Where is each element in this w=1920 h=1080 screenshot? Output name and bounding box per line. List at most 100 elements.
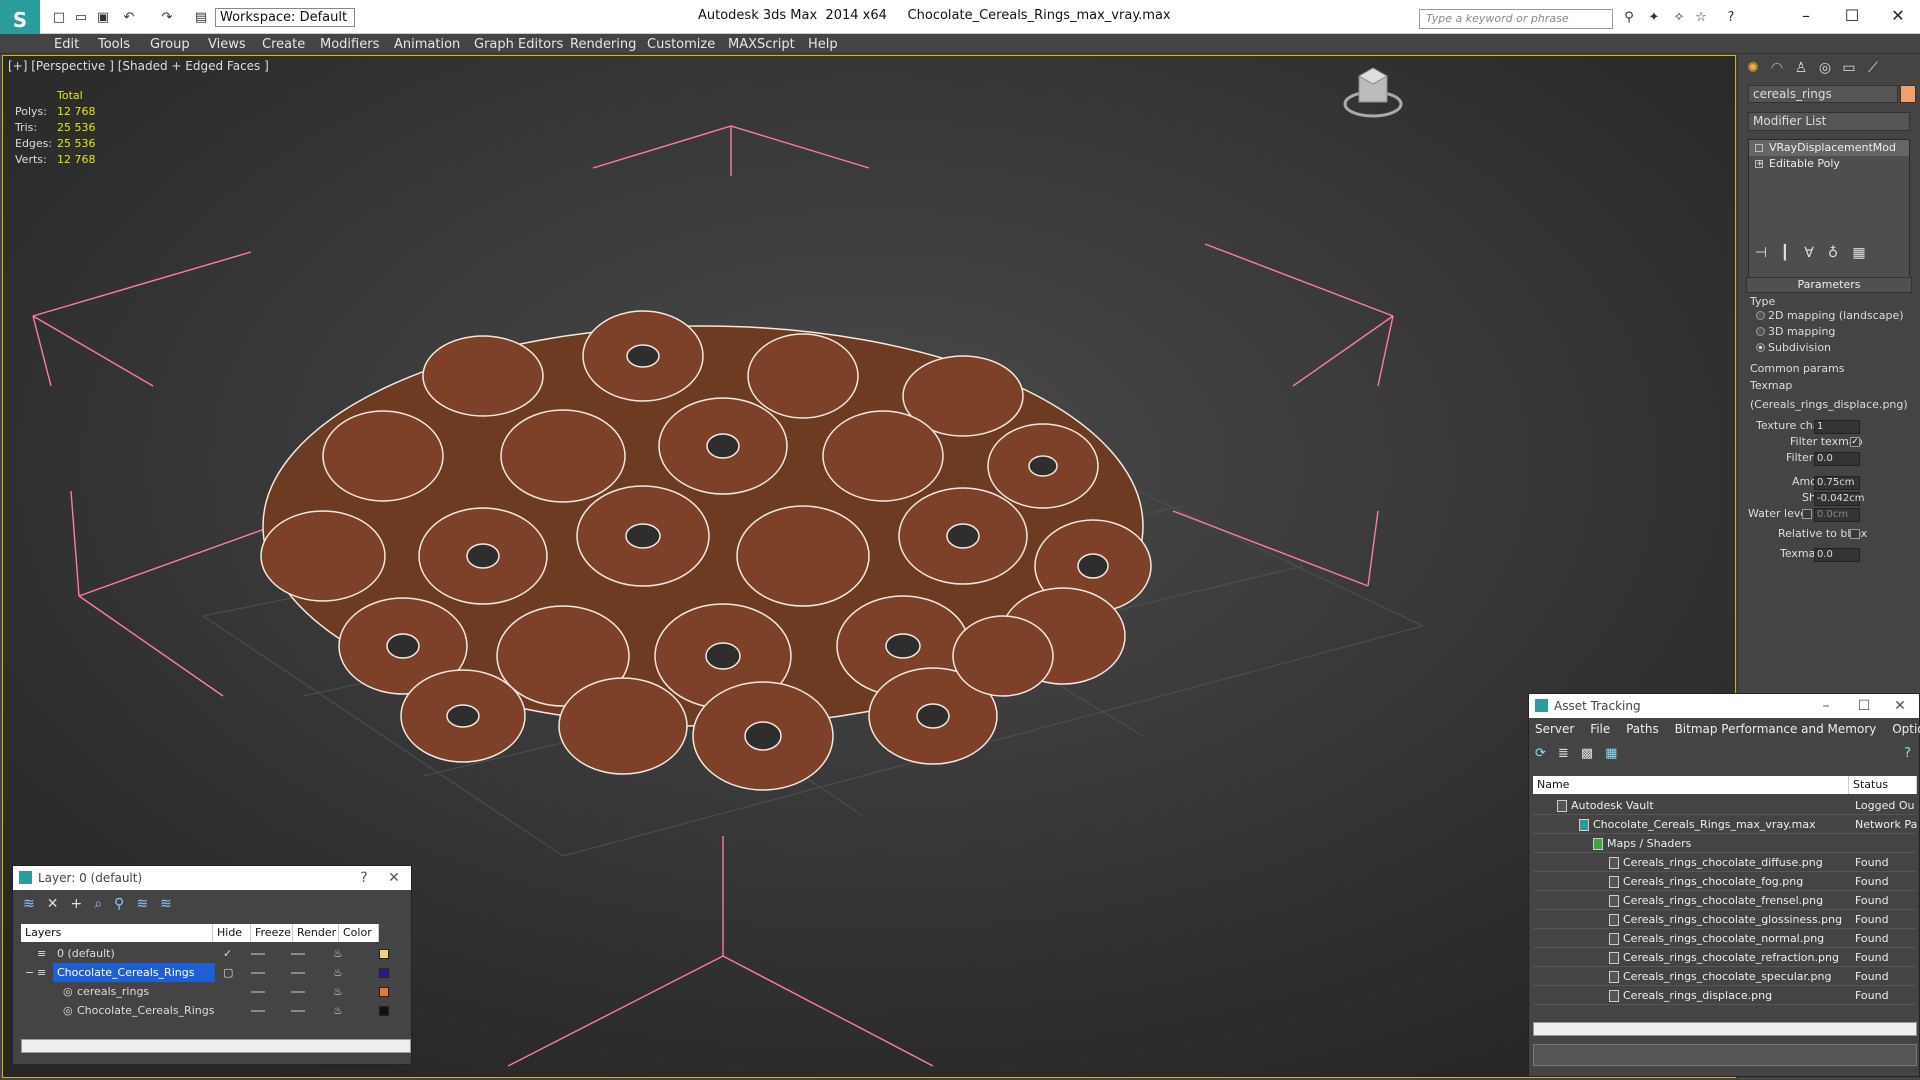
asset-row[interactable]: Cereals_rings_displace.png: [1609, 986, 1833, 1005]
close-button[interactable]: ✕: [1878, 4, 1918, 28]
menu-graph-editors[interactable]: Graph Editors: [474, 37, 563, 52]
asset-menu-bitmap[interactable]: Bitmap Performance and Memory: [1675, 722, 1877, 736]
collapse-icon[interactable]: −: [25, 963, 34, 982]
object-name-field[interactable]: cereals_rings: [1748, 85, 1898, 103]
filter-blur-spinner[interactable]: 0.0: [1814, 452, 1860, 466]
asset-row[interactable]: Cereals_rings_chocolate_specular.png: [1609, 967, 1833, 986]
freeze-all-icon[interactable]: ≋: [160, 896, 184, 912]
asset-path-field[interactable]: [1533, 1044, 1917, 1066]
asset-menu-options[interactable]: Options: [1892, 722, 1920, 736]
asset-row[interactable]: Cereals_rings_chocolate_normal.png: [1609, 929, 1833, 948]
menu-maxscript[interactable]: MAXScript: [728, 37, 795, 52]
minimize-button[interactable]: –: [1786, 4, 1826, 28]
menu-tools[interactable]: Tools: [98, 37, 130, 52]
table-view-icon[interactable]: ▦: [1605, 746, 1629, 761]
asset-row[interactable]: Cereals_rings_chocolate_refraction.png: [1609, 948, 1839, 967]
asset-row[interactable]: Chocolate_Cereals_Rings_max_vray.max: [1579, 815, 1833, 834]
asset-row[interactable]: Cereals_rings_chocolate_glossiness.png: [1609, 910, 1842, 929]
menu-group[interactable]: Group: [150, 37, 190, 52]
layer-manager-titlebar[interactable]: Layer: 0 (default) ? ✕: [13, 866, 411, 890]
modify-tab-icon[interactable]: ◠: [1766, 58, 1788, 78]
freeze-toggle[interactable]: [291, 991, 305, 993]
help-button[interactable]: ?: [349, 866, 379, 890]
layer-color-swatch[interactable]: [379, 949, 389, 959]
relative-bbox-checkbox[interactable]: [1850, 529, 1860, 539]
col-color[interactable]: Color: [339, 924, 379, 942]
shift-spinner[interactable]: -0.042cm: [1814, 492, 1864, 506]
render-teapot-icon[interactable]: ♨: [333, 944, 343, 963]
search-input[interactable]: Type a keyword or phrase: [1419, 9, 1613, 29]
asset-row[interactable]: Cereals_rings_chocolate_fog.png: [1609, 872, 1833, 891]
hide-toggle[interactable]: [251, 953, 265, 955]
new-file-icon[interactable]: □: [50, 8, 68, 26]
binoculars-icon[interactable]: ⚲: [1620, 8, 1638, 26]
object-row[interactable]: ◎ Chocolate_Cereals_Rings ♨: [21, 1001, 389, 1020]
undo-icon[interactable]: ↶: [120, 8, 138, 26]
render-teapot-icon[interactable]: ♨: [333, 963, 343, 982]
set-current-icon[interactable]: ▢: [223, 963, 233, 982]
radio-subdivision[interactable]: [1756, 343, 1765, 352]
delete-layer-icon[interactable]: ✕: [47, 896, 71, 912]
project-folder-icon[interactable]: ▤: [192, 8, 210, 26]
freeze-toggle[interactable]: [291, 1010, 305, 1012]
texture-chan-spinner[interactable]: 1: [1814, 420, 1860, 434]
stack-item-editable-poly[interactable]: + Editable Poly: [1749, 156, 1909, 172]
render-teapot-icon[interactable]: ♨: [333, 982, 343, 1001]
hide-toggle[interactable]: [251, 991, 265, 993]
workspace-dropdown[interactable]: Workspace: Default: [215, 8, 355, 27]
col-status[interactable]: Status: [1849, 776, 1917, 794]
maximize-button[interactable]: ☐: [1832, 4, 1872, 28]
asset-minimize-button[interactable]: –: [1811, 694, 1841, 718]
asset-menu-file[interactable]: File: [1590, 722, 1610, 736]
configure-sets-icon[interactable]: ▦: [1848, 243, 1870, 263]
freeze-toggle[interactable]: [291, 953, 305, 955]
asset-tracking-titlebar[interactable]: Asset Tracking – ☐ ✕: [1529, 694, 1919, 718]
communication-icon[interactable]: ✧: [1670, 8, 1688, 26]
viewport-label[interactable]: [+] [Perspective ] [Shaded + Edged Faces…: [8, 59, 269, 73]
remove-modifier-icon[interactable]: ♁: [1822, 243, 1844, 263]
layer-row-selected[interactable]: − ≡ Chocolate_Cereals_Rings ▢ ♨: [21, 963, 389, 982]
parameters-rollout[interactable]: Parameters: [1746, 277, 1912, 293]
water-level-checkbox[interactable]: [1802, 509, 1812, 519]
motion-tab-icon[interactable]: ◎: [1814, 58, 1836, 78]
hide-all-icon[interactable]: ≋: [136, 896, 160, 912]
layer-row[interactable]: ≡ 0 (default) ✓ ♨: [21, 944, 389, 963]
col-hide[interactable]: Hide: [213, 924, 251, 942]
active-layer-check-icon[interactable]: ✓: [223, 944, 232, 963]
hide-toggle[interactable]: [251, 972, 265, 974]
asset-help-icon[interactable]: ?: [1904, 746, 1911, 761]
menu-edit[interactable]: Edit: [54, 37, 79, 52]
radio-3d-mapping[interactable]: [1756, 327, 1765, 336]
modifier-list-dropdown[interactable]: Modifier List: [1748, 112, 1910, 131]
select-in-layer-icon[interactable]: ⌕: [94, 896, 114, 912]
menu-animation[interactable]: Animation: [394, 37, 460, 52]
lightbulb-icon[interactable]: [1755, 144, 1763, 152]
render-teapot-icon[interactable]: ♨: [333, 1001, 343, 1020]
stack-item-vray-displacement[interactable]: VRayDisplacementMod: [1749, 140, 1909, 156]
create-layer-icon[interactable]: ≋: [23, 896, 47, 912]
asset-menu-server[interactable]: Server: [1535, 722, 1574, 736]
make-unique-icon[interactable]: ∀: [1798, 243, 1820, 263]
filter-texmap-checkbox[interactable]: ✓: [1850, 437, 1860, 447]
refresh-icon[interactable]: ⟳: [1535, 746, 1558, 761]
freeze-toggle[interactable]: [291, 972, 305, 974]
utilities-tab-icon[interactable]: ⟋: [1862, 58, 1884, 78]
layer-horizontal-scrollbar[interactable]: [21, 1039, 411, 1053]
object-color-swatch[interactable]: [379, 987, 389, 997]
asset-maximize-button[interactable]: ☐: [1849, 694, 1879, 718]
asset-row[interactable]: Autodesk Vault: [1557, 796, 1833, 815]
col-name[interactable]: Name: [1533, 776, 1849, 794]
expand-plus-icon[interactable]: +: [1755, 160, 1764, 169]
object-row[interactable]: ◎ cereals_rings ♨: [21, 982, 389, 1001]
subscription-icon[interactable]: ✦: [1645, 8, 1663, 26]
radio-2d-mapping[interactable]: [1756, 311, 1765, 320]
asset-menu-paths[interactable]: Paths: [1626, 722, 1659, 736]
asset-row[interactable]: Maps / Shaders: [1593, 834, 1833, 853]
save-icon[interactable]: ▣: [94, 8, 112, 26]
amount-spinner[interactable]: 0.75cm: [1814, 476, 1860, 490]
asset-close-button[interactable]: ✕: [1885, 694, 1915, 718]
asset-row[interactable]: Cereals_rings_chocolate_diffuse.png: [1609, 853, 1833, 872]
display-tab-icon[interactable]: ▭: [1838, 58, 1860, 78]
menu-modifiers[interactable]: Modifiers: [320, 37, 379, 52]
favorites-star-icon[interactable]: ☆: [1692, 8, 1710, 26]
